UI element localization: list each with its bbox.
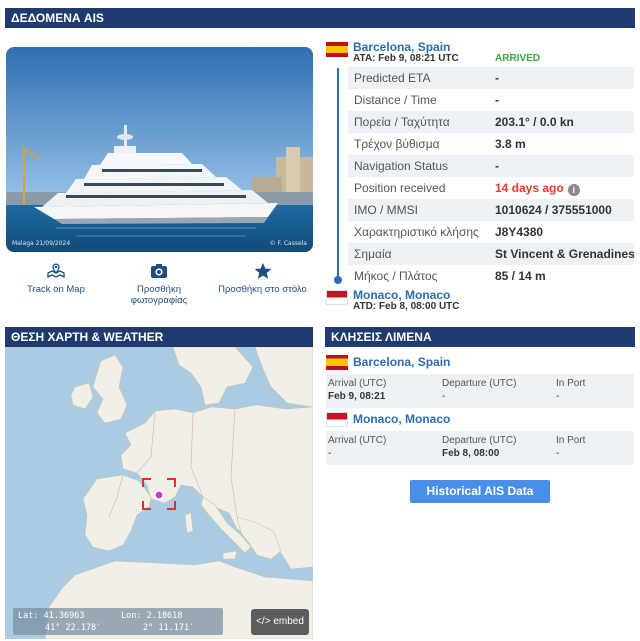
length-beam-label: Μήκος / Πλάτος (354, 269, 438, 283)
row-nav-status: Navigation Status - (348, 155, 634, 177)
row-course-speed: Πορεία / Ταχύτητα 203.1° / 0.0 kn (348, 111, 634, 133)
port-call-details-2: Arrival (UTC) Departure (UTC) In Port - … (326, 431, 634, 465)
origin-atd: ATD: Feb 8, 08:00 UTC (353, 301, 460, 312)
add-photo-label-1: Προσθήκη (136, 284, 181, 295)
arrival-label: Arrival (UTC) (328, 378, 387, 389)
europe-map (5, 347, 313, 639)
row-imo-mmsi: IMO / MMSI 1010624 / 375551000 (348, 199, 634, 221)
vessel-actions: Track on Map Προσθήκη φωτογραφίας Προσθή… (6, 262, 313, 312)
vessel-info-table: Predicted ETA - Distance / Time - Πορεία… (348, 67, 635, 287)
nav-status-value: - (495, 159, 499, 173)
vessel-map[interactable]: Lat: 41.36963 Lon: 2.18618 41° 22.178′ 2… (5, 347, 313, 639)
position-received-value-wrap: 14 days ago i (495, 177, 580, 199)
ais-data-header: ΔΕΔΟΜΕΝΑ AIS (5, 8, 635, 28)
map-pin-icon (6, 262, 106, 280)
port-call-link-2[interactable]: Monaco, Monaco (353, 412, 450, 426)
course-speed-label: Πορεία / Ταχύτητα (354, 115, 450, 129)
flag-label: Σημαία (354, 247, 392, 261)
timeline-dot (334, 276, 342, 284)
departure-label: Departure (UTC) (442, 378, 517, 389)
photo-caption-credit: © F. Cassela (269, 240, 307, 247)
row-callsign: Χαρακτηριστικό κλήσης J8Y4380 (348, 221, 634, 243)
photo-caption-date: Malaga 21/09/2024 (12, 240, 71, 247)
add-to-fleet-label: Προσθήκη στο στόλο (218, 284, 307, 295)
distance-time-label: Distance / Time (354, 93, 437, 107)
departure-value: Feb 8, 08:00 (442, 448, 500, 459)
distance-time-value: - (495, 93, 499, 107)
draught-value: 3.8 m (495, 137, 526, 151)
longitude-dms: 2° 11.171′ (143, 623, 195, 633)
port-call-link-1[interactable]: Barcelona, Spain (353, 355, 450, 369)
callsign-label: Χαρακτηριστικό κλήσης (354, 225, 479, 239)
course-speed-value: 203.1° / 0.0 kn (495, 115, 574, 129)
map-weather-header: ΘΕΣΗ ΧΑΡΤΗ & WEATHER (5, 327, 313, 347)
add-to-fleet-button[interactable]: Προσθήκη στο στόλο (212, 262, 313, 295)
imo-mmsi-value: 1010624 / 375551000 (495, 203, 612, 217)
track-on-map-label: Track on Map (27, 284, 85, 295)
info-icon[interactable]: i (567, 184, 580, 196)
position-received-label: Position received (354, 181, 446, 195)
position-received-value: 14 days ago (495, 181, 564, 195)
spain-flag-icon (326, 42, 348, 57)
row-predicted-eta: Predicted ETA - (348, 67, 634, 89)
flag-value: St Vincent & Grenadines (495, 247, 635, 261)
track-on-map-button[interactable]: Track on Map (6, 262, 106, 295)
origin-port-link[interactable]: Monaco, Monaco (353, 288, 450, 302)
departure-value: - (442, 391, 446, 402)
imo-mmsi-label: IMO / MMSI (354, 203, 418, 217)
in-port-label: In Port (556, 378, 586, 389)
draught-label: Τρέχον βύθισμα (354, 137, 440, 151)
star-icon (212, 262, 313, 280)
in-port-value: - (556, 448, 560, 459)
in-port-value: - (556, 391, 560, 402)
longitude-decimal: Lon: 2.18618 (121, 611, 183, 621)
add-photo-label-2: φωτογραφίας (130, 295, 188, 306)
monaco-flag-icon (326, 412, 348, 427)
arrival-label: Arrival (UTC) (328, 435, 387, 446)
row-length-beam: Μήκος / Πλάτος 85 / 14 m (348, 265, 634, 287)
row-draught: Τρέχον βύθισμα 3.8 m (348, 133, 634, 155)
arrival-value: Feb 9, 08:21 (328, 391, 386, 402)
predicted-eta-value: - (495, 71, 499, 85)
destination-ata: ATA: Feb 9, 08:21 UTC (353, 53, 459, 64)
spain-flag-icon (326, 355, 348, 370)
row-position-received: Position received 14 days ago i (348, 177, 634, 199)
add-photo-button[interactable]: Προσθήκη φωτογραφίας (109, 262, 209, 306)
arrival-status: ARRIVED (495, 53, 541, 64)
port-call-details-1: Arrival (UTC) Departure (UTC) In Port Fe… (326, 374, 634, 408)
in-port-label: In Port (556, 435, 586, 446)
row-flag: Σημαία St Vincent & Grenadines (348, 243, 635, 265)
historical-ais-data-button[interactable]: Historical AIS Data (410, 480, 550, 503)
camera-icon (109, 262, 209, 280)
callsign-value: J8Y4380 (495, 225, 544, 239)
latitude-decimal: Lat: 41.36963 (18, 611, 85, 621)
length-beam-value: 85 / 14 m (495, 269, 546, 283)
voyage-timeline (337, 68, 339, 278)
monaco-flag-icon (326, 290, 348, 305)
predicted-eta-label: Predicted ETA (354, 71, 431, 85)
departure-label: Departure (UTC) (442, 435, 517, 446)
port-calls-header: ΚΛΗΣΕΙΣ ΛΙΜΕΝΑ (325, 327, 635, 347)
yacht-photo-image (6, 47, 313, 252)
coordinates-readout: Lat: 41.36963 Lon: 2.18618 41° 22.178′ 2… (13, 608, 223, 635)
row-distance-time: Distance / Time - (348, 89, 634, 111)
latitude-dms: 41° 22.178′ (45, 623, 102, 633)
vessel-photo[interactable]: Malaga 21/09/2024 © F. Cassela (6, 47, 313, 252)
destination-port-link[interactable]: Barcelona, Spain (353, 40, 450, 54)
nav-status-label: Navigation Status (354, 159, 449, 173)
arrival-value: - (328, 448, 332, 459)
embed-map-button[interactable]: </> embed (251, 609, 309, 635)
